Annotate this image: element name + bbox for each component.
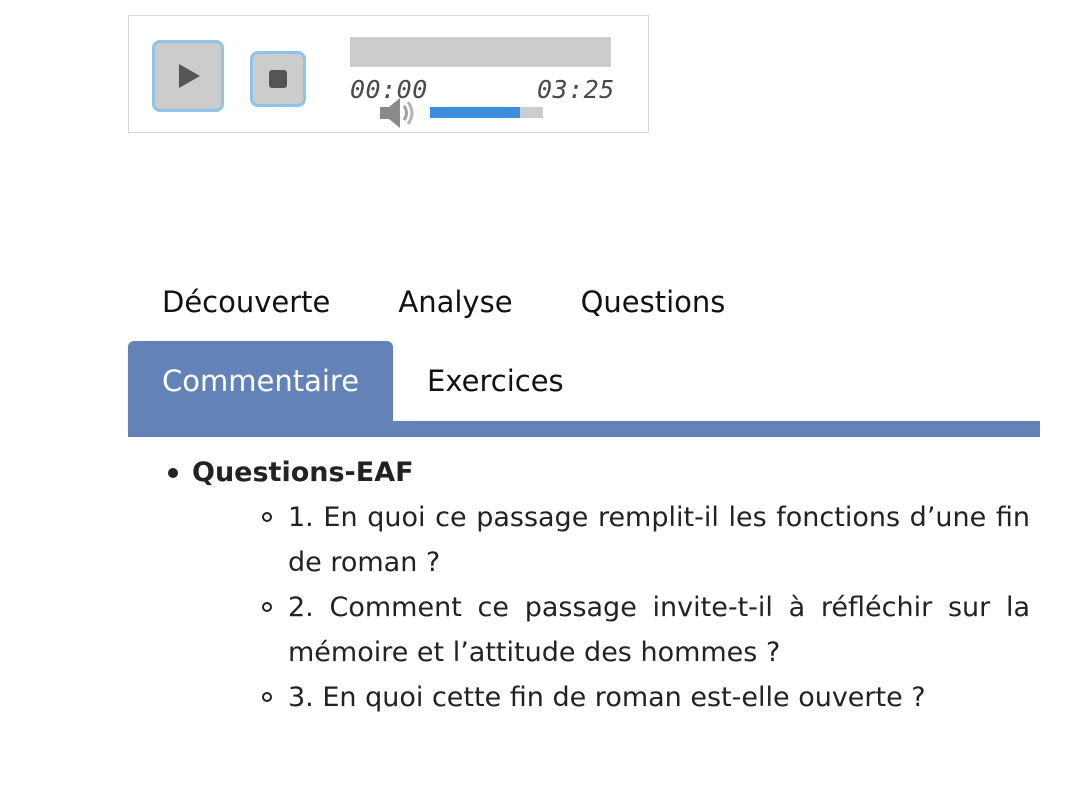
volume-slider[interactable] xyxy=(430,107,543,118)
tab-bar-row-1: Découverte Analyse Questions xyxy=(128,262,759,342)
volume-level xyxy=(430,107,521,118)
tab-commentaire[interactable]: Commentaire xyxy=(128,341,394,421)
question-sublist: 1. En quoi ce passage remplit-il les fon… xyxy=(192,495,1030,720)
total-time: 03:25 xyxy=(537,75,615,104)
question-text: 1. En quoi ce passage remplit-il les fon… xyxy=(288,502,1030,578)
section-heading: Questions-EAF xyxy=(192,457,414,488)
tab-analyse[interactable]: Analyse xyxy=(364,262,546,342)
circle-bullet-icon xyxy=(262,692,272,702)
seek-bar[interactable] xyxy=(350,37,611,67)
tab-underline xyxy=(128,421,1040,437)
question-item: 1. En quoi ce passage remplit-il les fon… xyxy=(256,495,1030,585)
question-item: 3. En quoi cette fin de roman est-elle o… xyxy=(256,675,1030,720)
circle-bullet-icon xyxy=(262,512,272,522)
stop-icon xyxy=(269,70,287,88)
tab-exercices[interactable]: Exercices xyxy=(393,341,598,421)
list-item: Questions-EAF 1. En quoi ce passage remp… xyxy=(160,450,1030,720)
audio-player: 00:00 03:25 xyxy=(128,15,649,133)
questions-list: Questions-EAF 1. En quoi ce passage remp… xyxy=(160,450,1030,720)
play-icon xyxy=(179,64,200,88)
stop-button[interactable] xyxy=(250,51,306,107)
tab-decouverte[interactable]: Découverte xyxy=(128,262,364,342)
speaker-icon[interactable] xyxy=(378,96,420,130)
question-item: 2. Comment ce passage invite-t-il à réfl… xyxy=(256,585,1030,675)
question-text: 3. En quoi cette fin de roman est-elle o… xyxy=(288,682,926,713)
circle-bullet-icon xyxy=(262,602,272,612)
tab-bar-row-2: Commentaire Exercices xyxy=(128,341,1040,437)
tab-panel-commentaire: Questions-EAF 1. En quoi ce passage remp… xyxy=(160,450,1030,720)
question-text: 2. Comment ce passage invite-t-il à réfl… xyxy=(288,592,1030,668)
bullet-icon xyxy=(168,468,178,478)
play-button[interactable] xyxy=(152,40,224,112)
tab-questions[interactable]: Questions xyxy=(547,262,760,342)
